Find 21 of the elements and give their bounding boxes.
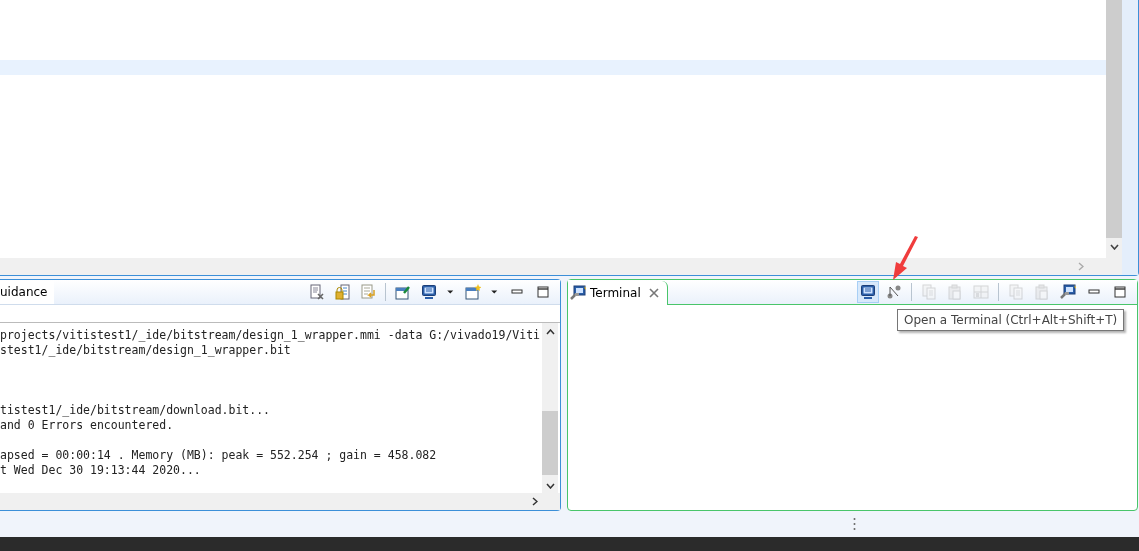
console-line: tistest1/_ide/bitstream/download.bit...	[0, 403, 272, 418]
panel-tab[interactable]: Terminal	[568, 280, 668, 305]
console-line: and 0 Errors encountered.	[0, 418, 175, 433]
close-icon[interactable]	[648, 287, 659, 298]
console-line: t Wed Dec 30 19:13:44 2020...	[0, 463, 202, 478]
monitor-icon[interactable]	[857, 281, 879, 303]
scroll-right-icon[interactable]	[532, 497, 538, 506]
tooltip: Open a Terminal (Ctrl+Alt+Shift+T)	[897, 309, 1125, 331]
horizontal-scrollbar[interactable]	[0, 258, 1122, 275]
grip-icon	[853, 517, 856, 531]
console-line: stest1/_ide/bitstream/design_1_wrapper.bit	[0, 343, 292, 358]
annotation-arrow	[891, 236, 921, 282]
vertical-scrollbar[interactable]	[542, 323, 558, 493]
console-line: projects/vitistest1/_ide/bitstream/design_1_wrapper.mmi -data G:/vivado19/Viti	[0, 328, 542, 343]
vertical-scrollbar[interactable]	[1106, 0, 1122, 258]
horizontal-scrollbar[interactable]	[0, 493, 560, 510]
scroll-down-icon[interactable]	[1109, 244, 1119, 250]
terminal-plug-icon	[570, 284, 586, 301]
scroll-down-icon[interactable]	[545, 483, 555, 489]
scroll-up-icon[interactable]	[545, 329, 555, 335]
console-line: apsed = 00:00:14 . Memory (MB): peak = 552.254 ; gain = 458.082	[0, 448, 438, 463]
